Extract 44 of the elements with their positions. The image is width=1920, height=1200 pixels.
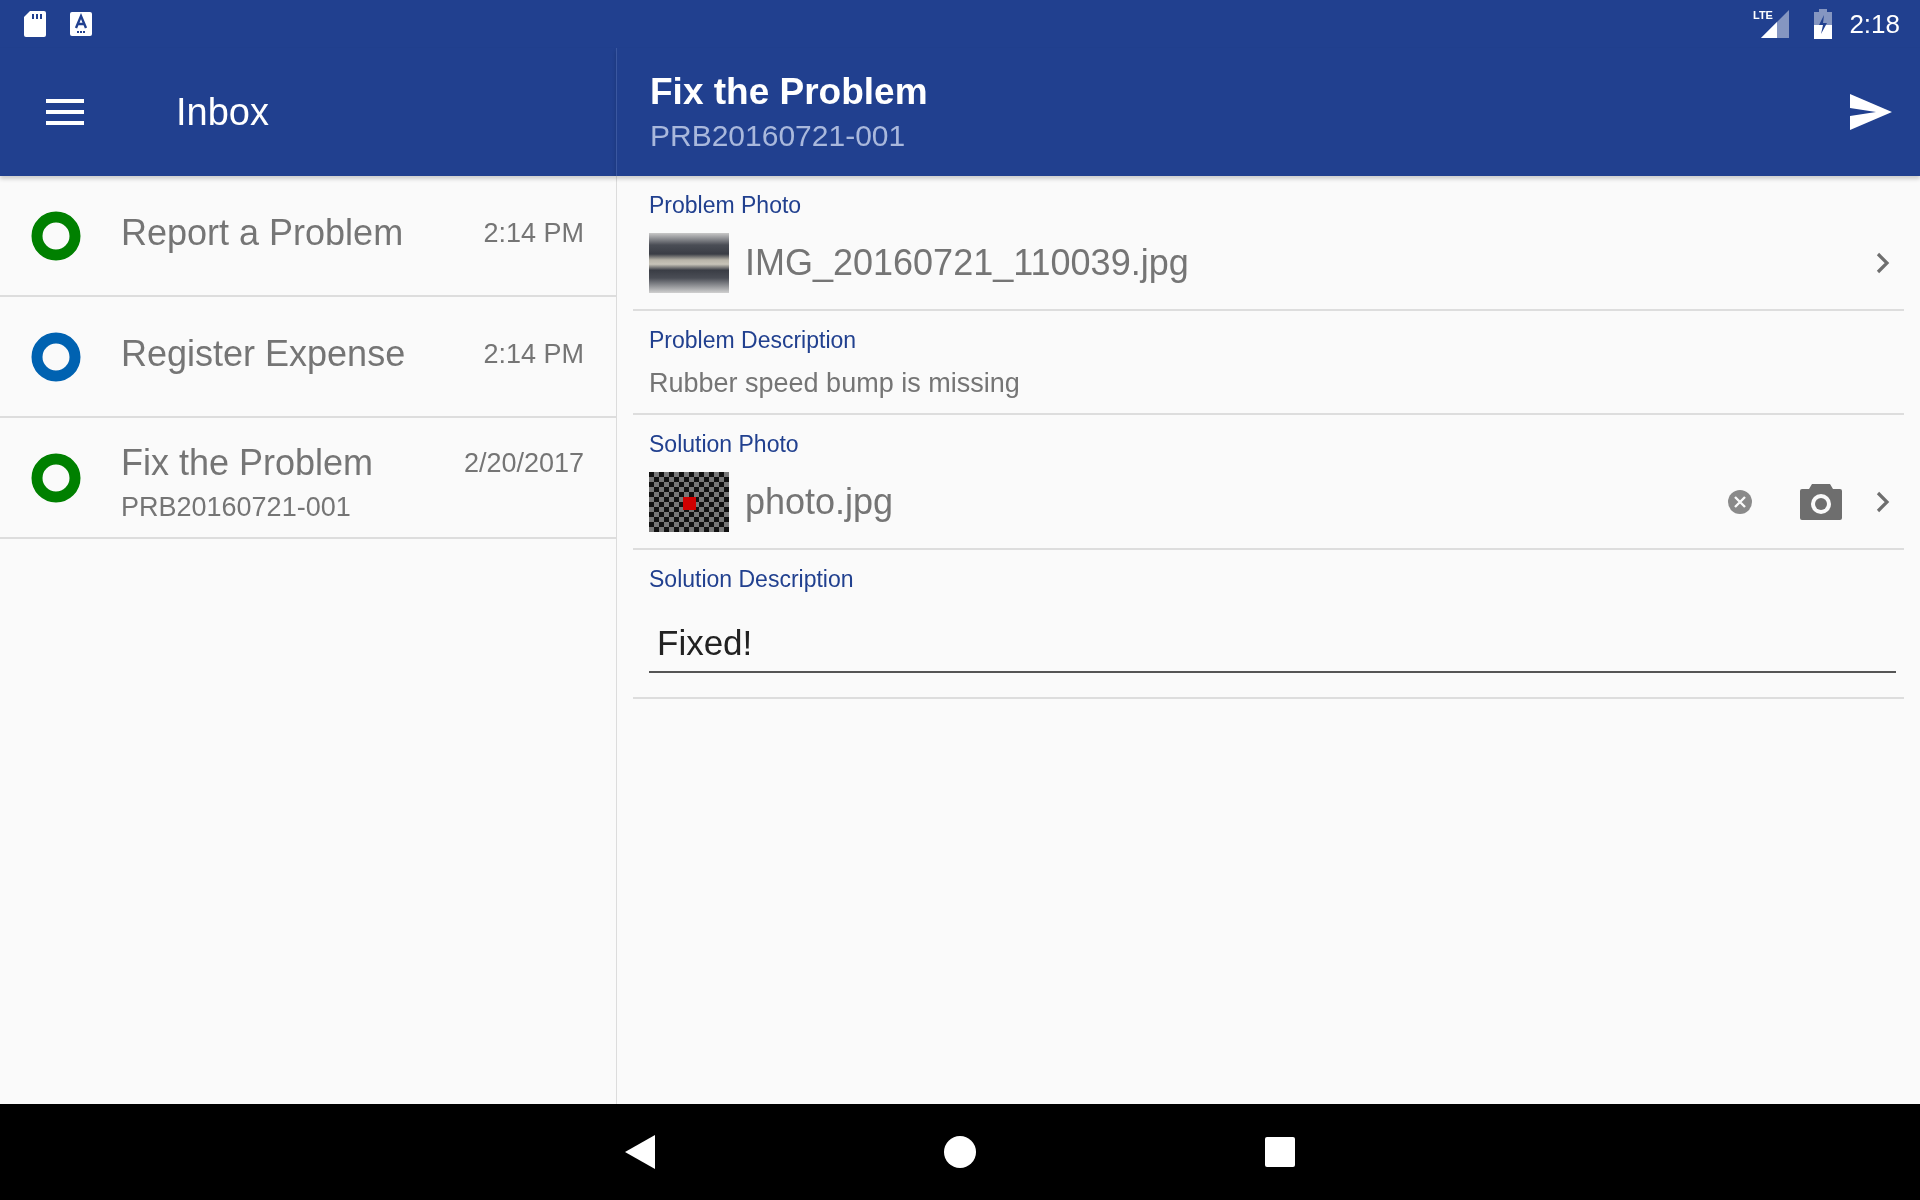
- recents-icon: [1265, 1137, 1295, 1167]
- clear-button[interactable]: [1728, 490, 1752, 514]
- back-button[interactable]: [625, 1135, 655, 1169]
- field-value: Rubber speed bump is missing: [649, 368, 1021, 399]
- input-field[interactable]: Fixed!: [649, 619, 1896, 673]
- chevron-right-icon: [1876, 252, 1890, 274]
- camera-button[interactable]: [1800, 484, 1842, 520]
- sd-card-icon: [24, 11, 46, 37]
- inbox-item[interactable]: Fix the Problem PRB20160721-001 2/20/2017: [0, 418, 616, 539]
- status-time: 2:18: [1849, 8, 1900, 40]
- item-title: Report a Problem: [121, 212, 405, 254]
- home-button[interactable]: [943, 1135, 977, 1169]
- detail-title: Fix the Problem: [650, 71, 928, 113]
- home-icon: [943, 1135, 977, 1169]
- inbox-title: Inbox: [176, 90, 269, 134]
- menu-icon: [46, 98, 84, 126]
- camera-icon: [1800, 484, 1842, 520]
- item-title: Fix the Problem: [121, 442, 375, 484]
- item-time: 2/20/2017: [463, 447, 584, 479]
- back-icon: [625, 1135, 655, 1169]
- send-icon: [1850, 94, 1892, 130]
- battery-icon: [1813, 9, 1834, 39]
- field-label: Solution Photo: [649, 431, 800, 458]
- image-placeholder-icon: [649, 472, 729, 532]
- keyboard-icon: [70, 11, 92, 37]
- file-name: IMG_20160721_110039.jpg: [745, 242, 1189, 284]
- network-type: LTE: [1753, 9, 1774, 21]
- field-label: Problem Description: [649, 327, 858, 354]
- menu-button[interactable]: [46, 98, 84, 126]
- field-label: Problem Photo: [649, 192, 803, 219]
- item-time: 2:14 PM: [483, 338, 584, 370]
- chevron-button[interactable]: [1876, 491, 1890, 513]
- inbox-item[interactable]: Report a Problem 2:14 PM: [0, 176, 616, 297]
- chevron-button[interactable]: [1876, 252, 1890, 274]
- item-title: Register Expense: [121, 333, 407, 375]
- inbox-item[interactable]: Register Expense 2:14 PM: [0, 297, 616, 418]
- chevron-right-icon: [1876, 491, 1890, 513]
- item-subtitle: PRB20160721-001: [121, 492, 352, 523]
- clear-icon: [1728, 490, 1752, 514]
- send-button[interactable]: [1850, 94, 1892, 130]
- item-time: 2:14 PM: [483, 217, 584, 249]
- field-label: Solution Description: [649, 566, 855, 593]
- file-name: photo.jpg: [745, 481, 894, 523]
- detail-subtitle: PRB20160721-001: [650, 119, 907, 153]
